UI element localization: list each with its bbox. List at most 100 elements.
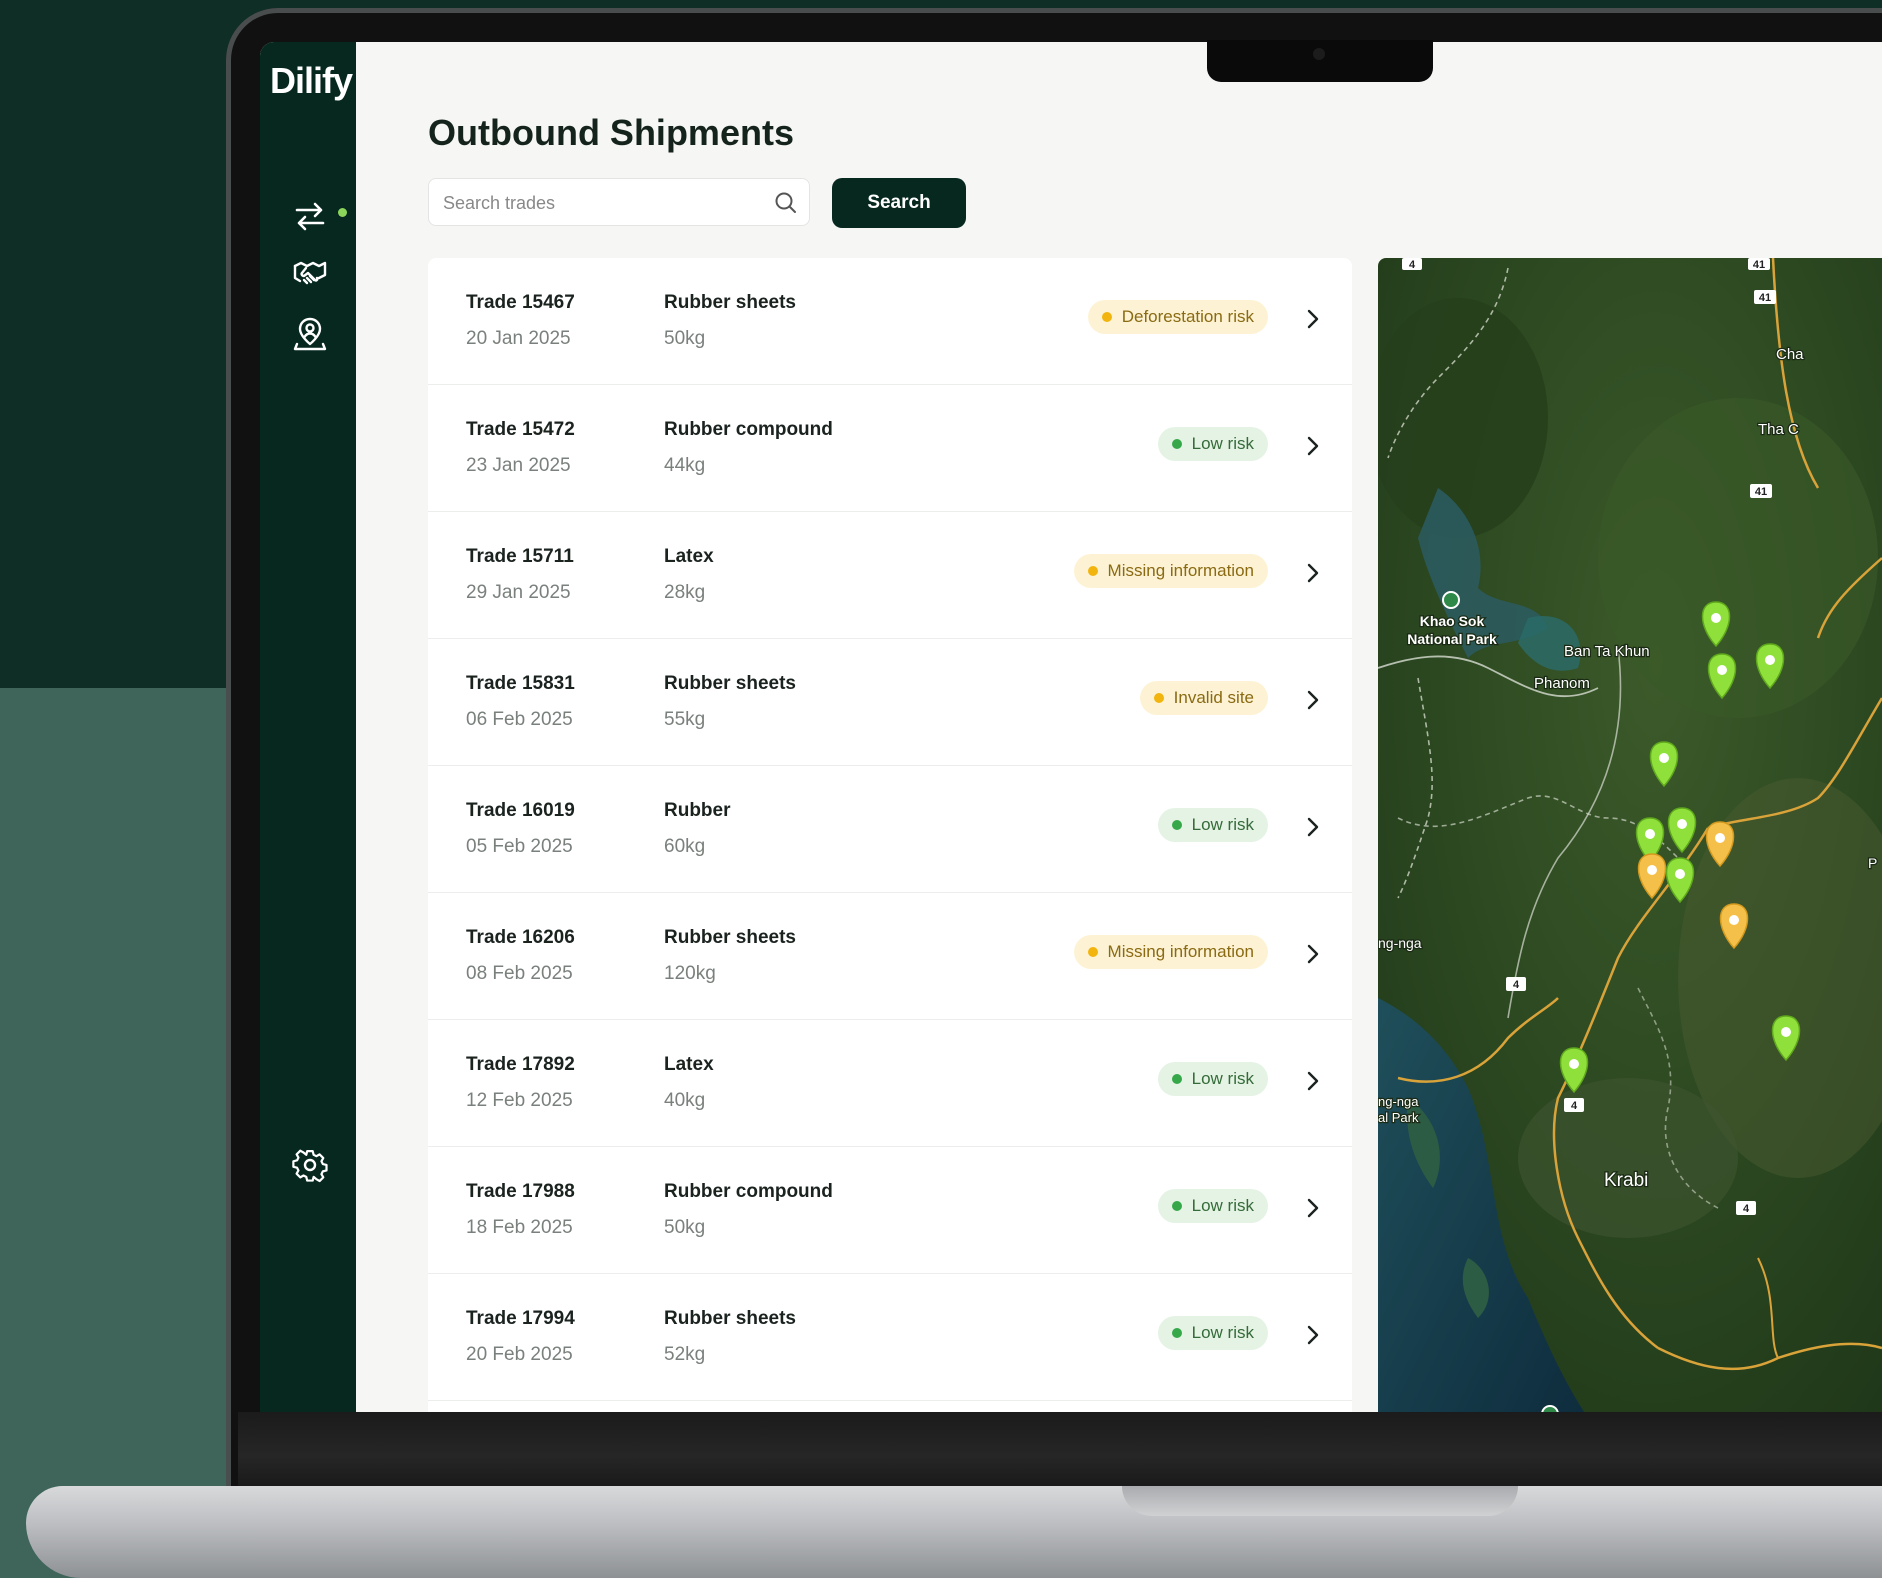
map-view[interactable]: 4 41 41 41 4 4 4 Khao Sok National Park … xyxy=(1378,258,1882,1412)
table-row[interactable]: Trade 17988 18 Feb 2025 Rubber compound 50k… xyxy=(428,1147,1352,1274)
trade-date: 23 Jan 2025 xyxy=(466,455,571,476)
product-quantity: 50kg xyxy=(664,1217,706,1238)
product-quantity: 55kg xyxy=(664,709,706,730)
map-label: ng-nga xyxy=(1378,935,1422,951)
table-row[interactable]: Trade 16019 05 Feb 2025 Rubber 60kg Low risk xyxy=(428,766,1352,893)
product-name: Rubber sheets xyxy=(664,927,796,948)
trade-date: 29 Jan 2025 xyxy=(466,582,571,603)
chevron-right-icon[interactable] xyxy=(1302,306,1324,332)
map-label: Khao Sok xyxy=(1420,613,1485,629)
sidebar: Dilify xyxy=(260,42,356,1412)
product-quantity: 52kg xyxy=(664,1344,706,1365)
search-button[interactable]: Search xyxy=(832,178,966,228)
search-input[interactable] xyxy=(441,187,765,219)
active-nav-indicator xyxy=(338,208,347,217)
chevron-right-icon[interactable] xyxy=(1302,814,1324,840)
product-quantity: 50kg xyxy=(664,328,706,349)
chevron-right-icon[interactable] xyxy=(1302,1068,1324,1094)
map-label: Tha C xyxy=(1758,421,1799,438)
product-name: Rubber xyxy=(664,800,731,821)
road-shield: 41 xyxy=(1750,484,1772,498)
search-field[interactable] xyxy=(428,178,810,226)
map-label: P xyxy=(1868,855,1877,871)
product-name: Rubber sheets xyxy=(664,292,796,313)
trade-id: Trade 15831 xyxy=(466,673,575,694)
table-row[interactable]: Trade 17892 12 Feb 2025 Latex 40kg Low risk xyxy=(428,1020,1352,1147)
product-name: Rubber compound xyxy=(664,419,833,440)
status-badge: Low risk xyxy=(1157,808,1268,842)
map-label: Krabi xyxy=(1604,1170,1648,1191)
trades-list: Trade 15467 20 Jan 2025 Rubber sheets 50kg D… xyxy=(428,258,1352,1412)
map-label: al Park xyxy=(1378,1110,1419,1125)
svg-text:4: 4 xyxy=(1409,259,1416,271)
map-label: Cha xyxy=(1776,346,1804,363)
map-label: National Park xyxy=(1407,631,1497,647)
status-badge: Low risk xyxy=(1157,1062,1268,1096)
table-row[interactable]: Trade 15472 23 Jan 2025 Rubber compound 44k… xyxy=(428,385,1352,512)
status-badge: Deforestation risk xyxy=(1087,300,1268,334)
settings-icon[interactable] xyxy=(292,1148,328,1184)
status-badge: Missing information xyxy=(1073,935,1268,969)
chevron-right-icon[interactable] xyxy=(1302,560,1324,586)
road-shield: 4 xyxy=(1402,258,1422,271)
road-shield: 41 xyxy=(1748,258,1770,271)
trade-date: 05 Feb 2025 xyxy=(466,836,573,857)
chevron-right-icon[interactable] xyxy=(1302,1195,1324,1221)
trade-id: Trade 15472 xyxy=(466,419,575,440)
product-name: Rubber compound xyxy=(664,1181,833,1202)
status-badge: Missing information xyxy=(1073,554,1268,588)
trade-id: Trade 15711 xyxy=(466,546,574,567)
search-icon[interactable] xyxy=(773,190,799,216)
product-name: Latex xyxy=(664,546,714,567)
brand-logo: Dilify xyxy=(270,60,353,101)
trade-id: Trade 17988 xyxy=(466,1181,575,1202)
svg-text:4: 4 xyxy=(1743,1203,1750,1215)
table-row[interactable]: Trade 15467 20 Jan 2025 Rubber sheets 50kg D… xyxy=(428,258,1352,385)
chevron-right-icon[interactable] xyxy=(1302,433,1324,459)
svg-text:41: 41 xyxy=(1753,259,1765,271)
handshake-icon[interactable] xyxy=(292,256,328,292)
map-label: ng-nga xyxy=(1378,1094,1419,1109)
product-quantity: 28kg xyxy=(664,582,706,603)
trade-date: 06 Feb 2025 xyxy=(466,709,573,730)
trade-date: 20 Jan 2025 xyxy=(466,328,571,349)
trade-date: 12 Feb 2025 xyxy=(466,1090,573,1111)
svg-text:41: 41 xyxy=(1755,486,1767,498)
trade-date: 08 Feb 2025 xyxy=(466,963,573,984)
chevron-right-icon[interactable] xyxy=(1302,1322,1324,1348)
product-name: Latex xyxy=(664,1054,714,1075)
app-screen: Dilify Outbound Shipments Search trades … xyxy=(260,42,1882,1412)
location-user-icon[interactable] xyxy=(292,316,328,352)
trade-id: Trade 16019 xyxy=(466,800,575,821)
status-badge: Low risk xyxy=(1157,1316,1268,1350)
product-quantity: 44kg xyxy=(664,455,706,476)
map-label: Phanom xyxy=(1534,675,1590,692)
product-quantity: 60kg xyxy=(664,836,706,857)
map-label: Ban Ta Khun xyxy=(1564,643,1650,660)
product-name: Rubber sheets xyxy=(664,1308,796,1329)
road-shield: 4 xyxy=(1736,1201,1756,1215)
trade-date: 20 Feb 2025 xyxy=(466,1344,573,1365)
table-row[interactable]: Trade 15831 06 Feb 2025 Rubber sheets 55kg I… xyxy=(428,639,1352,766)
trade-id: Trade 17892 xyxy=(466,1054,575,1075)
chevron-right-icon[interactable] xyxy=(1302,687,1324,713)
chevron-right-icon[interactable] xyxy=(1302,941,1324,967)
product-quantity: 40kg xyxy=(664,1090,706,1111)
status-badge: Invalid site xyxy=(1139,681,1268,715)
laptop-hinge xyxy=(238,1412,1882,1486)
table-row[interactable]: Trade 16206 08 Feb 2025 Rubber sheets 120kg… xyxy=(428,893,1352,1020)
product-quantity: 120kg xyxy=(664,963,716,984)
trade-id: Trade 16206 xyxy=(466,927,575,948)
trade-id: Trade 15467 xyxy=(466,292,575,313)
laptop-base xyxy=(26,1486,1882,1578)
satellite-map[interactable]: 4 41 41 41 4 4 4 Khao Sok National Park … xyxy=(1378,258,1882,1412)
park-marker-icon[interactable] xyxy=(1442,591,1460,609)
svg-text:4: 4 xyxy=(1513,979,1520,991)
trade-date: 18 Feb 2025 xyxy=(466,1217,573,1238)
transfers-icon[interactable] xyxy=(292,198,328,234)
product-name: Rubber sheets xyxy=(664,673,796,694)
table-row[interactable]: Trade 17994 20 Feb 2025 Rubber sheets 52kg L… xyxy=(428,1274,1352,1401)
svg-text:41: 41 xyxy=(1759,292,1771,304)
status-badge: Low risk xyxy=(1157,1189,1268,1223)
table-row[interactable]: Trade 15711 29 Jan 2025 Latex 28kg Missing i… xyxy=(428,512,1352,639)
